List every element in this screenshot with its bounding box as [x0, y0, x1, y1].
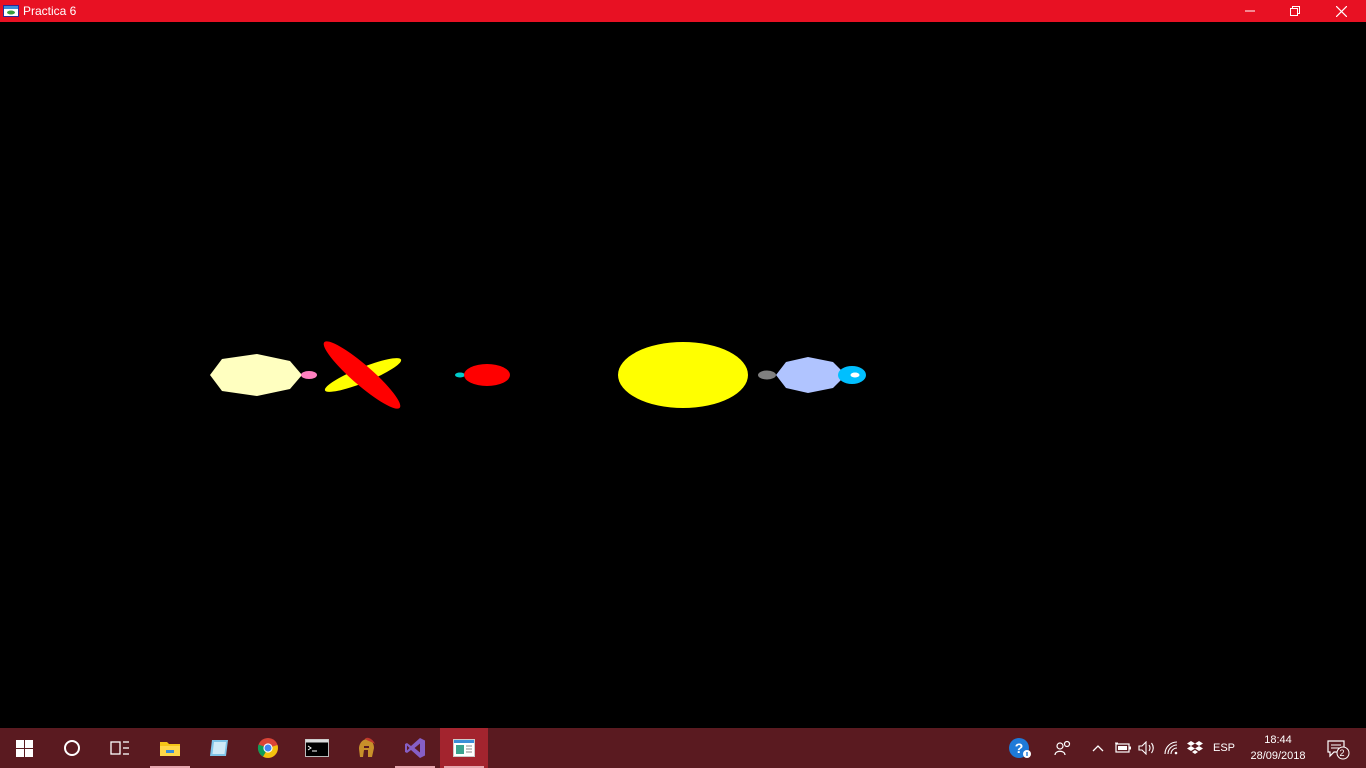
taskbar: ? ESP 18:44 28/09/2018 2	[0, 728, 1366, 768]
clock-date: 28/09/2018	[1250, 750, 1306, 762]
visual-studio-button[interactable]	[391, 728, 439, 768]
file-explorer-button[interactable]	[146, 728, 194, 768]
pink-small-ellipse	[301, 371, 317, 379]
windows-logo-icon	[15, 739, 33, 757]
practica-window-button[interactable]	[440, 728, 488, 768]
yellow-large-ellipse	[618, 342, 748, 408]
cortana-circle-icon	[64, 740, 80, 756]
dropbox-icon	[1187, 741, 1203, 754]
language-label: ESP	[1212, 742, 1235, 754]
terminal-button[interactable]	[293, 728, 341, 768]
clock-time: 18:44	[1264, 734, 1292, 746]
action-center-button[interactable]: 2	[1320, 728, 1354, 768]
helmet-app-button[interactable]	[342, 728, 390, 768]
notepad-icon	[210, 740, 228, 756]
speaker-icon	[1138, 741, 1154, 755]
red-diagonal-ellipse	[323, 341, 401, 409]
close-button[interactable]	[1318, 0, 1364, 22]
app-window-icon[interactable]	[3, 4, 19, 17]
input-language-button[interactable]: ESP	[1210, 728, 1238, 768]
window-title: Practica 6	[23, 4, 77, 18]
task-view-button[interactable]	[96, 728, 144, 768]
search-button[interactable]	[48, 728, 96, 768]
battery-tray-button[interactable]	[1113, 728, 1133, 768]
close-icon	[1335, 5, 1347, 17]
volume-tray-button[interactable]	[1137, 728, 1157, 768]
notification-count-badge: 2	[1339, 748, 1345, 758]
restore-button[interactable]	[1272, 0, 1318, 22]
notepad-app-button[interactable]	[195, 728, 243, 768]
clock-button[interactable]: 18:44 28/09/2018	[1244, 732, 1312, 764]
show-hidden-icons-button[interactable]	[1090, 728, 1106, 768]
helmet-icon	[359, 737, 375, 757]
title-bar: Practica 6	[0, 0, 1366, 22]
chevron-up-icon	[1092, 745, 1104, 752]
gray-small-ellipse	[758, 370, 776, 380]
pale-yellow-octagon	[210, 354, 302, 396]
folder-icon	[160, 742, 180, 756]
terminal-icon	[305, 739, 329, 757]
dropbox-tray-button[interactable]	[1185, 728, 1205, 768]
network-tray-button[interactable]	[1162, 728, 1182, 768]
people-button[interactable]	[1050, 728, 1076, 768]
minimize-button[interactable]	[1227, 0, 1273, 22]
battery-icon	[1115, 742, 1131, 753]
wifi-icon	[1164, 741, 1178, 755]
help-tray-button[interactable]: ?	[1006, 728, 1034, 768]
minimize-icon	[1245, 10, 1255, 12]
restore-icon	[1290, 6, 1300, 16]
start-button[interactable]	[0, 728, 48, 768]
chrome-button[interactable]	[244, 728, 292, 768]
render-canvas[interactable]	[0, 22, 1366, 728]
light-blue-octagon	[776, 357, 846, 393]
white-tiny-ellipse	[850, 372, 860, 378]
glut-window-icon	[453, 739, 475, 757]
help-icon: ?	[1009, 738, 1031, 758]
red-ellipse	[464, 364, 510, 386]
people-icon	[1054, 740, 1071, 756]
task-view-icon	[110, 741, 129, 755]
cyan-tiny-ellipse	[455, 372, 465, 378]
chrome-icon	[257, 738, 278, 758]
svg-text:?: ?	[1015, 740, 1024, 756]
visual-studio-icon	[405, 738, 425, 758]
